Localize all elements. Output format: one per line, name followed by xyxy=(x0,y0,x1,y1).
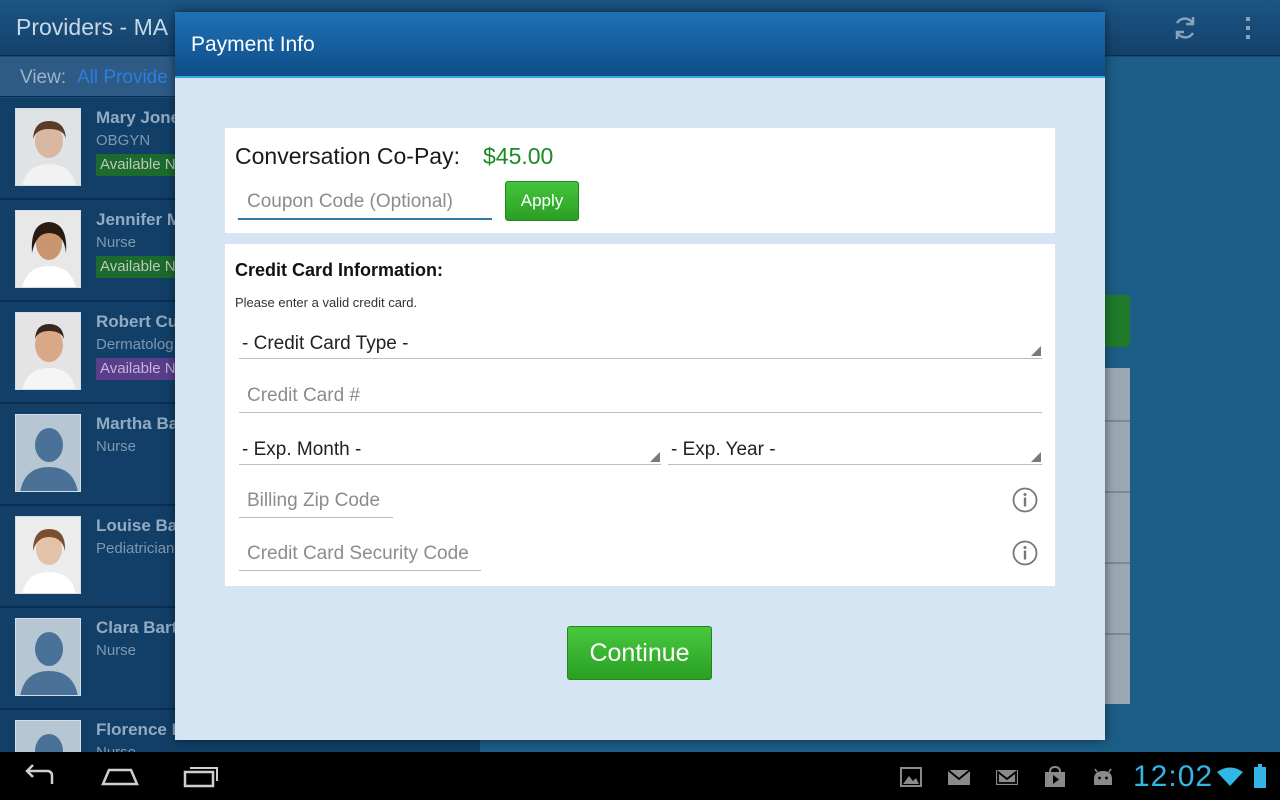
back-icon[interactable] xyxy=(22,762,58,790)
provider-photo xyxy=(15,210,81,288)
provider-name: Robert Cu xyxy=(96,312,179,331)
dropdown-corner-icon xyxy=(1031,346,1041,356)
credit-card-type-select[interactable]: - Credit Card Type - xyxy=(239,327,1042,359)
exp-month-select[interactable]: - Exp. Month - xyxy=(239,433,661,465)
provider-name: Clara Bart xyxy=(96,618,178,637)
battery-icon xyxy=(1254,764,1266,788)
provider-role: OBGYN xyxy=(96,132,151,149)
recent-apps-icon[interactable] xyxy=(182,762,220,790)
security-code-input[interactable] xyxy=(239,537,481,571)
copay-label: Conversation Co-Pay: xyxy=(235,143,460,169)
play-store-icon xyxy=(1045,766,1065,787)
view-filter-value[interactable]: All Provide xyxy=(77,67,168,89)
billing-zip-input[interactable] xyxy=(239,484,393,518)
provider-name: Mary Jone xyxy=(96,108,181,127)
wifi-icon xyxy=(1217,767,1243,786)
provider-photo xyxy=(15,516,81,594)
exp-year-select[interactable]: - Exp. Year - xyxy=(668,433,1042,465)
exp-year-value: - Exp. Year - xyxy=(671,439,776,460)
status-badge: Available N xyxy=(96,154,180,176)
info-icon[interactable] xyxy=(1012,487,1038,513)
coupon-code-input[interactable] xyxy=(238,186,492,220)
dropdown-corner-icon xyxy=(1031,452,1041,462)
provider-role: Pediatrician xyxy=(96,540,175,557)
dialog-header: Payment Info xyxy=(175,12,1105,78)
provider-name: Jennifer M xyxy=(96,210,182,229)
refresh-icon[interactable] xyxy=(1171,14,1199,42)
exp-month-value: - Exp. Month - xyxy=(242,439,362,460)
provider-role: Nurse xyxy=(96,642,137,659)
provider-name: Martha Ba xyxy=(96,414,179,433)
provider-role: Dermatolog xyxy=(96,336,174,353)
system-navigation-bar: 12:02 xyxy=(0,752,1280,800)
credit-card-section: Credit Card Information: Please enter a … xyxy=(225,244,1055,586)
info-icon[interactable] xyxy=(1012,540,1038,566)
provider-role: Nurse xyxy=(96,744,136,752)
provider-role: Nurse xyxy=(96,234,137,251)
payment-info-dialog: Payment Info Conversation Co-Pay: $45.00… xyxy=(175,12,1105,740)
provider-photo-placeholder xyxy=(15,414,81,492)
provider-photo-placeholder xyxy=(15,720,81,752)
credit-card-note: Please enter a valid credit card. xyxy=(235,295,418,310)
status-badge: Available N xyxy=(96,256,180,278)
credit-card-number-input[interactable] xyxy=(239,379,1042,413)
status-clock: 12:02 xyxy=(1133,760,1214,793)
provider-name: Louise Ba xyxy=(96,516,178,535)
provider-name: Florence E xyxy=(96,720,183,739)
app-title: Providers - MA xyxy=(16,14,169,40)
dialog-title: Payment Info xyxy=(191,33,315,56)
copay-amount: $45.00 xyxy=(483,143,554,169)
provider-photo-placeholder xyxy=(15,618,81,696)
overflow-menu-icon[interactable] xyxy=(1234,14,1262,42)
apply-coupon-button[interactable]: Apply xyxy=(505,181,579,221)
view-label: View: xyxy=(20,67,67,88)
copay-section: Conversation Co-Pay: $45.00 Apply xyxy=(225,128,1055,233)
credit-card-heading: Credit Card Information: xyxy=(235,260,444,280)
gmail-icon xyxy=(996,770,1018,785)
android-debug-icon xyxy=(1094,768,1112,785)
status-badge: Available N xyxy=(96,358,180,380)
provider-photo xyxy=(15,312,81,390)
gallery-icon xyxy=(900,767,922,787)
credit-card-type-value: - Credit Card Type - xyxy=(242,333,409,354)
provider-role: Nurse xyxy=(96,438,137,455)
provider-photo xyxy=(15,108,81,186)
home-icon[interactable] xyxy=(100,762,140,790)
dropdown-corner-icon xyxy=(650,452,660,462)
mail-icon xyxy=(947,769,971,785)
continue-button[interactable]: Continue xyxy=(567,626,712,680)
